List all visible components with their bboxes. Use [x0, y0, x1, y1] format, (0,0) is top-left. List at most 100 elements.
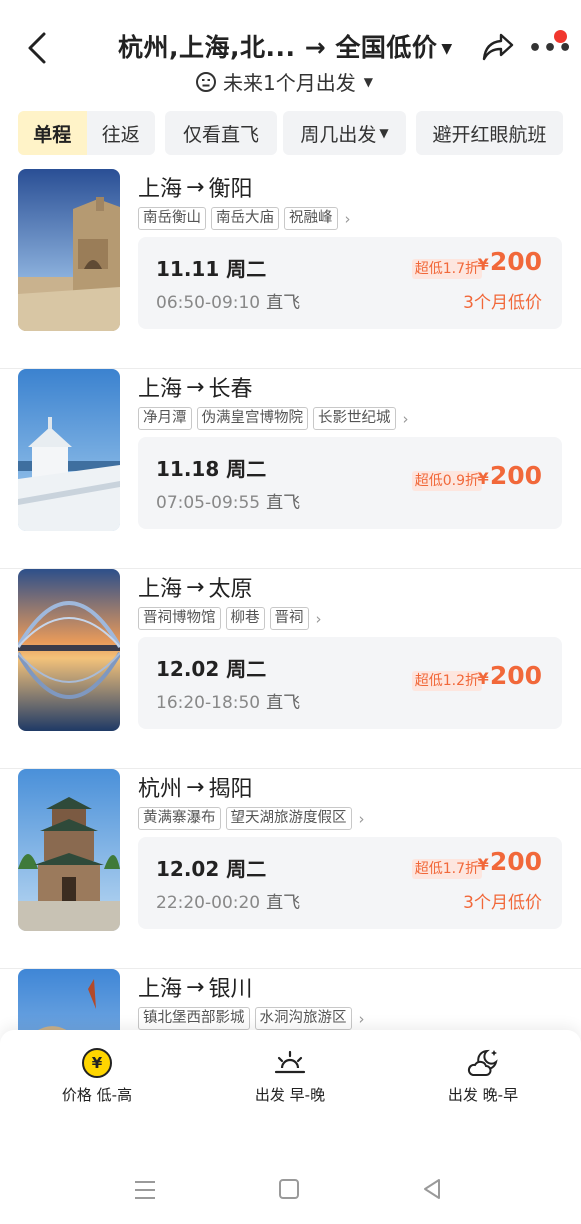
- destination-city: 衡阳: [208, 177, 253, 202]
- flight-deals-page: 杭州,上海,北... → 全国低价 ▼ ••• 未来1个月出发 ▼ 单程 往返 仅…: [0, 0, 581, 1224]
- attraction-tag: 南岳衡山: [138, 207, 206, 230]
- flight-date: 12.02 周二: [156, 657, 267, 681]
- face-icon: [196, 71, 216, 92]
- low-price-label: 3个月低价: [463, 293, 542, 313]
- time-range: 07:05-09:55: [156, 493, 261, 513]
- flight-card[interactable]: 杭州 → 揭阳 黄满寨瀑布 望天湖旅游度假区 › 12.02 周二 22:20-00…: [0, 769, 581, 969]
- title-dropdown-icon: ▼: [441, 41, 453, 57]
- notification-dot: [554, 30, 567, 43]
- flight-date: 11.18 周二: [156, 457, 267, 481]
- price: ¥200: [478, 847, 542, 876]
- chevron-down-icon: ▼: [379, 126, 389, 140]
- route-name: 上海 → 长春: [138, 371, 252, 403]
- destination-city: 长春: [208, 377, 253, 402]
- trip-type-toggle: 单程 往返: [18, 111, 155, 155]
- yen-coin-icon: ¥: [82, 1048, 112, 1078]
- attraction-tag: 镇北堡西部影城: [138, 1007, 250, 1030]
- header: 杭州,上海,北... → 全国低价 ▼ ••• 未来1个月出发 ▼: [0, 0, 581, 108]
- price-value: 200: [489, 247, 542, 276]
- destination-photo: [18, 569, 120, 731]
- chevron-right-icon: ›: [358, 809, 365, 828]
- origin-city: 上海: [138, 377, 183, 402]
- attraction-tag: 水洞沟旅游区: [254, 1007, 352, 1030]
- date-range-label: 未来1个月出发: [223, 71, 356, 95]
- discount-badge: 超低1.7折: [411, 859, 482, 879]
- moon-cloud-icon: [467, 1049, 498, 1076]
- attraction-tag: 南岳大庙: [211, 207, 279, 230]
- price: ¥200: [478, 661, 542, 690]
- avoid-redeye-filter[interactable]: 避开红眼航班: [416, 111, 563, 155]
- flight-price-box[interactable]: 11.18 周二 07:05-09:55 直飞 超低0.9折 ¥200: [138, 437, 562, 529]
- date-range-selector[interactable]: 未来1个月出发 ▼: [195, 67, 373, 96]
- filter-bar: 单程 往返 仅看直飞 周几出发 ▼ 避开红眼航班: [0, 111, 581, 155]
- time-range: 22:20-00:20: [156, 893, 261, 913]
- attraction-tags[interactable]: 镇北堡西部影城 水洞沟旅游区 ›: [138, 1007, 365, 1030]
- currency-symbol: ¥: [477, 669, 489, 688]
- attraction-tags[interactable]: 南岳衡山 南岳大庙 祝融峰 ›: [138, 207, 351, 230]
- origin-city: 杭州: [138, 777, 183, 802]
- arrow-icon: →: [186, 974, 205, 1000]
- sort-bar: ¥ 价格 低-高 出发 早-晚 出发 晚-早: [0, 1030, 581, 1155]
- flight-type: 直飞: [266, 293, 301, 313]
- low-price-label: 3个月低价: [463, 893, 542, 913]
- share-icon[interactable]: [481, 32, 515, 62]
- attraction-tags[interactable]: 黄满寨瀑布 望天湖旅游度假区 ›: [138, 807, 365, 830]
- flight-time: 06:50-09:10 直飞: [156, 288, 300, 313]
- destination-city: 揭阳: [208, 777, 253, 802]
- attraction-tag: 望天湖旅游度假区: [225, 807, 352, 830]
- destination-photo: [18, 169, 120, 331]
- home-icon[interactable]: [278, 1178, 300, 1200]
- destination-photo: [18, 769, 120, 931]
- sort-departure-late-button[interactable]: 出发 晚-早: [413, 1048, 553, 1105]
- currency-symbol: ¥: [477, 255, 489, 274]
- one-way-tab[interactable]: 单程: [18, 111, 87, 155]
- chevron-right-icon: ›: [358, 1009, 365, 1028]
- sort-price-label: 价格 低-高: [61, 1086, 133, 1104]
- direct-only-filter[interactable]: 仅看直飞: [165, 111, 277, 155]
- price: ¥200: [478, 461, 542, 490]
- flight-price-box[interactable]: 12.02 周二 16:20-18:50 直飞 超低1.2折 ¥200: [138, 637, 562, 729]
- arrow-icon: →: [186, 774, 205, 800]
- flight-price-box[interactable]: 11.11 周二 06:50-09:10 直飞 超低1.7折 ¥200 3个月低价: [138, 237, 562, 329]
- price-value: 200: [489, 847, 542, 876]
- attraction-tags[interactable]: 晋祠博物馆 柳巷 晋祠 ›: [138, 607, 322, 630]
- sort-departure-early-button[interactable]: 出发 早-晚: [220, 1048, 360, 1105]
- arrow-icon: →: [186, 374, 205, 400]
- flight-date: 12.02 周二: [156, 857, 267, 881]
- flight-type: 直飞: [266, 693, 301, 713]
- menu-icon[interactable]: [133, 1179, 157, 1201]
- weekday-filter-label: 周几出发: [300, 123, 377, 146]
- attraction-tags[interactable]: 净月潭 伪满皇宫博物院 长影世纪城 ›: [138, 407, 409, 430]
- weekday-filter[interactable]: 周几出发 ▼: [283, 111, 406, 155]
- origin-city: 上海: [138, 977, 183, 1002]
- flight-date: 11.11 周二: [156, 257, 267, 281]
- round-trip-tab[interactable]: 往返: [87, 111, 156, 155]
- chevron-right-icon: ›: [344, 209, 351, 228]
- price-value: 200: [489, 661, 542, 690]
- flight-card[interactable]: 上海 → 长春 净月潭 伪满皇宫博物院 长影世纪城 › 11.18 周二 07:05…: [0, 369, 581, 569]
- discount-badge: 超低1.7折: [411, 259, 482, 279]
- sunrise-icon: [274, 1050, 306, 1074]
- more-icon[interactable]: •••: [528, 38, 573, 60]
- chevron-right-icon: ›: [315, 609, 322, 628]
- price-value: 200: [489, 461, 542, 490]
- route-title[interactable]: 杭州,上海,北... → 全国低价 ▼: [118, 28, 453, 64]
- flight-card[interactable]: 上海 → 太原 晋祠博物馆 柳巷 晋祠 › 12.02 周二 16:20-18:50…: [0, 569, 581, 769]
- sort-late-label: 出发 晚-早: [447, 1086, 519, 1104]
- attraction-tag: 净月潭: [138, 407, 192, 430]
- flight-price-box[interactable]: 12.02 周二 22:20-00:20 直飞 超低1.7折 ¥200 3个月低价: [138, 837, 562, 929]
- route-name: 上海 → 太原: [138, 571, 252, 603]
- back-icon[interactable]: [24, 30, 54, 66]
- back-nav-icon[interactable]: [421, 1178, 443, 1200]
- route-title-text: 杭州,上海,北... → 全国低价: [118, 33, 438, 62]
- flight-time: 22:20-00:20 直飞: [156, 888, 300, 913]
- currency-symbol: ¥: [477, 855, 489, 874]
- flight-card[interactable]: 上海 → 衡阳 南岳衡山 南岳大庙 祝融峰 › 11.11 周二 06:50-09:…: [0, 169, 581, 369]
- attraction-tag: 晋祠: [269, 607, 309, 630]
- destination-city: 银川: [208, 977, 253, 1002]
- flight-time: 16:20-18:50 直飞: [156, 688, 300, 713]
- flight-type: 直飞: [266, 493, 301, 513]
- price: ¥200: [478, 247, 542, 276]
- sort-price-button[interactable]: ¥ 价格 低-高: [27, 1048, 167, 1105]
- currency-symbol: ¥: [477, 469, 489, 488]
